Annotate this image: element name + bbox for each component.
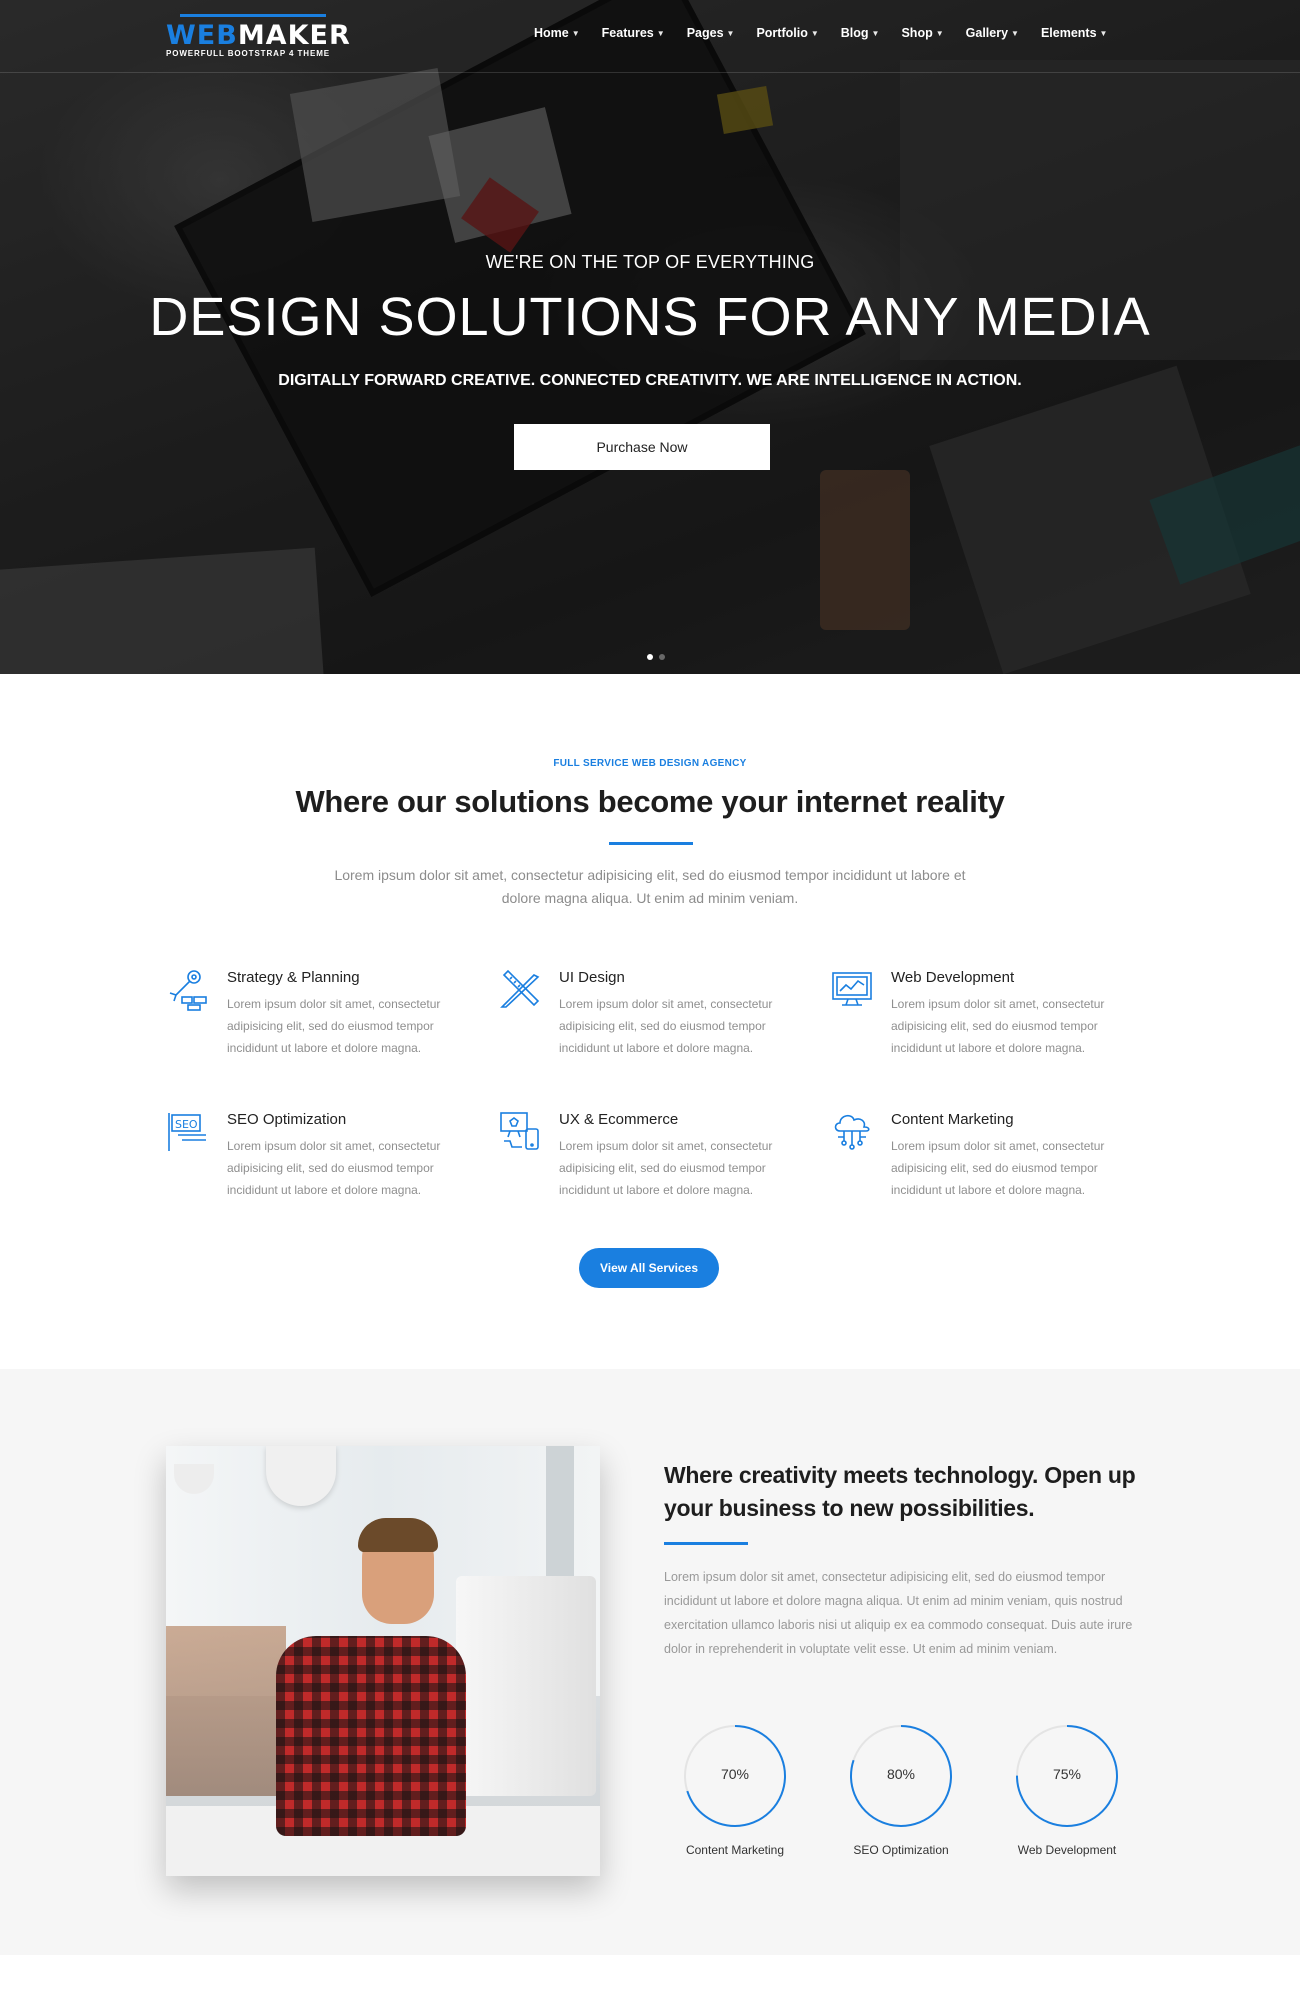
nav-item-blog[interactable]: Blog ▼: [841, 26, 880, 40]
photo-monitor: [456, 1576, 596, 1796]
nav-item-gallery[interactable]: Gallery ▼: [966, 26, 1019, 40]
service-description: Lorem ipsum dolor sit amet, consectetur …: [227, 997, 441, 1055]
nav-item-label: Blog: [840, 26, 869, 40]
service-title: SEO Optimization: [227, 1111, 347, 1128]
service-description: Lorem ipsum dolor sit amet, consectetur …: [559, 997, 773, 1055]
section-title: Where our solutions become your internet…: [295, 784, 1005, 819]
nav-item-label: Pages: [686, 26, 724, 40]
nav-item-label: Home: [534, 26, 569, 40]
nav-item-features[interactable]: Features ▼: [602, 26, 665, 40]
hero-kicker: WE'RE ON THE TOP OF EVERYTHING: [485, 252, 815, 272]
about-title: Where creativity meets technology. Open …: [664, 1462, 1136, 1521]
nav-item-portfolio[interactable]: Portfolio ▼: [756, 26, 818, 40]
stat-seo-optimization: 80% SEO Optimization: [816, 1724, 986, 1857]
nav-item-shop[interactable]: Shop ▼: [901, 26, 943, 40]
nav-item-label: Features: [601, 26, 654, 40]
service-title: Content Marketing: [891, 1111, 1014, 1128]
stat-label: Content Marketing: [685, 1843, 785, 1857]
stat-label: Web Development: [1017, 1843, 1117, 1857]
slider-dot[interactable]: [647, 654, 653, 660]
nav-item-pages[interactable]: Pages ▼: [687, 26, 735, 40]
man-at-computer-photo: [166, 1446, 600, 1876]
chevron-down-icon: ▼: [810, 28, 819, 38]
logo-tagline: POWERFULL BOOTSTRAP 4 THEME: [166, 49, 331, 58]
top-navbar: WEBMAKER POWERFULL BOOTSTRAP 4 THEME Hom…: [0, 0, 1300, 73]
photo-hair: [358, 1518, 438, 1552]
cloud-network-icon: [834, 1114, 870, 1150]
nav-item-label: Gallery: [965, 26, 1009, 40]
stat-web-development: 75% Web Development: [982, 1724, 1152, 1857]
nav-item-label: Elements: [1040, 26, 1097, 40]
chevron-down-icon: ▼: [571, 28, 580, 38]
ui-design-icon: [500, 969, 540, 1008]
services-section: FULL SERVICE WEB DESIGN AGENCY Where our…: [0, 674, 1300, 1369]
chevron-down-icon: ▼: [656, 28, 665, 38]
title-divider: [609, 842, 693, 845]
stat-value: 80%: [886, 1766, 916, 1782]
about-description: Lorem ipsum dolor sit amet, consectetur …: [664, 1570, 1133, 1656]
stat-label: SEO Optimization: [853, 1843, 949, 1857]
chevron-down-icon: ▼: [871, 28, 880, 38]
strategy-icon: [169, 970, 207, 1011]
hero-subtitle: DIGITALLY FORWARD CREATIVE. CONNECTED CR…: [278, 372, 1022, 389]
nav-item-elements[interactable]: Elements ▼: [1041, 26, 1108, 40]
main-nav: Home ▼ Features ▼ Pages ▼ Portfolio ▼ Blog ▼ …: [534, 26, 1129, 40]
stat-value: 70%: [720, 1766, 750, 1782]
logo-accent-bar: [180, 14, 326, 17]
logo-wordmark: WEBMAKER: [166, 20, 351, 51]
section-eyebrow: FULL SERVICE WEB DESIGN AGENCY: [553, 758, 747, 769]
stat-content-marketing: 70% Content Marketing: [650, 1724, 820, 1857]
view-all-services-button[interactable]: View All Services: [579, 1248, 719, 1288]
seo-icon: SEO: [168, 1113, 206, 1151]
svg-text:SEO: SEO: [175, 1118, 198, 1131]
nav-item-label: Shop: [901, 26, 933, 40]
nav-item-label: Portfolio: [756, 26, 808, 40]
chevron-down-icon: ▼: [1099, 28, 1108, 38]
service-title: UX & Ecommerce: [559, 1111, 679, 1128]
hero-slider: WEBMAKER POWERFULL BOOTSTRAP 4 THEME Hom…: [0, 0, 1300, 674]
photo-plaid-shirt: [276, 1636, 466, 1836]
purchase-now-button[interactable]: Purchase Now: [514, 424, 770, 470]
slider-dot[interactable]: [659, 654, 665, 660]
chevron-down-icon: ▼: [726, 28, 735, 38]
logo-word-maker: MAKER: [237, 20, 351, 51]
title-divider: [664, 1542, 748, 1545]
about-section: Where creativity meets technology. Open …: [0, 1369, 1300, 1955]
chevron-down-icon: ▼: [1011, 28, 1019, 38]
photo-shelf: [166, 1626, 286, 1796]
stat-value: 75%: [1052, 1766, 1082, 1782]
service-description: Lorem ipsum dolor sit amet, consectetur …: [559, 1139, 773, 1197]
web-development-icon: [832, 972, 872, 1006]
nav-item-home[interactable]: Home ▼: [534, 26, 580, 40]
service-title: UI Design: [559, 969, 625, 986]
hero-title: DESIGN SOLUTIONS FOR ANY MEDIA: [149, 287, 1151, 347]
slider-pagination: [647, 654, 665, 660]
ux-ecommerce-icon: [500, 1112, 539, 1150]
service-title: Strategy & Planning: [227, 969, 360, 986]
service-description: Lorem ipsum dolor sit amet, consectetur …: [227, 1139, 441, 1197]
service-description: Lorem ipsum dolor sit amet, consectetur …: [891, 1139, 1105, 1197]
section-description: Lorem ipsum dolor sit amet, consectetur …: [334, 867, 966, 906]
service-description: Lorem ipsum dolor sit amet, consectetur …: [891, 997, 1105, 1055]
service-title: Web Development: [891, 969, 1015, 986]
chevron-down-icon: ▼: [935, 28, 944, 38]
logo-word-web: WEB: [166, 20, 238, 51]
